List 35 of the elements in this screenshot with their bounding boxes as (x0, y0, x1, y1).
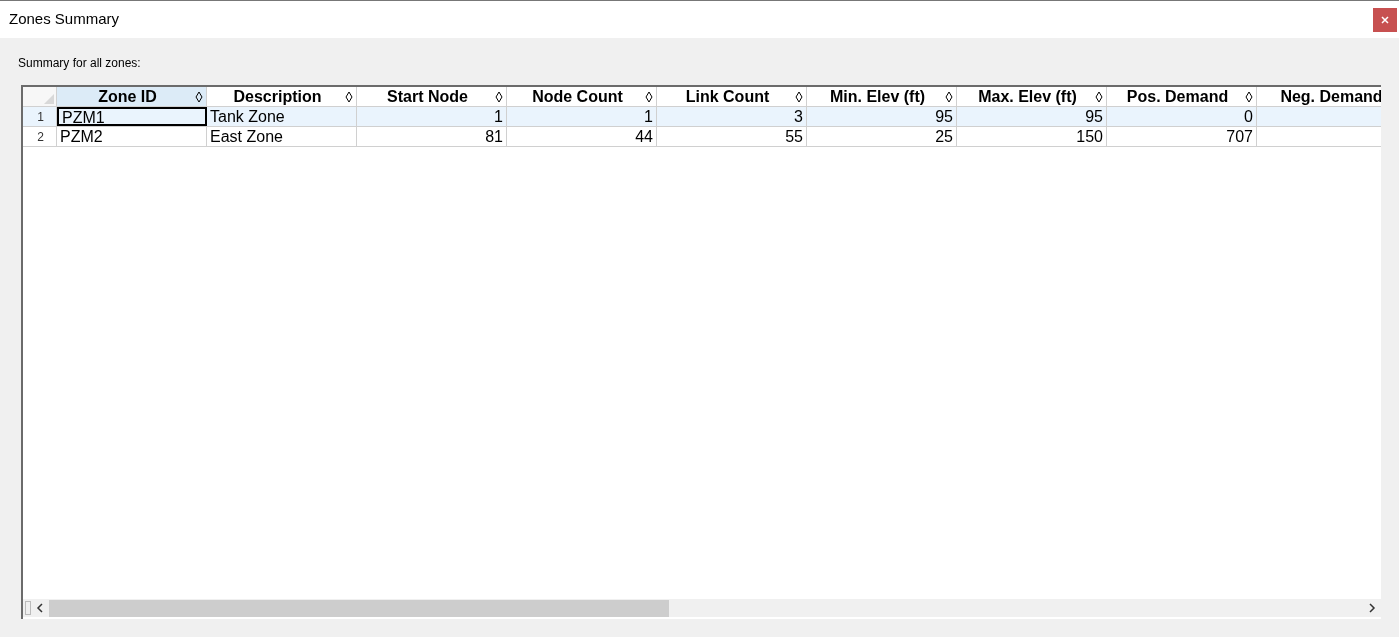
sort-icon (1245, 90, 1253, 103)
table-row[interactable]: 1 PZM1 Tank Zone 1 1 3 95 95 0 (23, 107, 1381, 127)
table-cell: PZM1 (57, 107, 207, 126)
window-title: Zones Summary (9, 9, 120, 30)
table-cell: 55 (657, 127, 807, 146)
sort-icon (195, 90, 203, 103)
table-row[interactable]: 2 PZM2 East Zone 81 44 55 25 150 707 (23, 127, 1381, 147)
close-button[interactable] (1373, 7, 1397, 32)
table-cell: 0 (1107, 107, 1257, 126)
table-cell: Tank Zone (207, 107, 357, 126)
sort-icon (795, 90, 803, 103)
summary-caption: Summary for all zones: (18, 56, 141, 70)
sort-icon (645, 90, 653, 103)
sort-icon (1095, 90, 1103, 103)
table-cell: 95 (957, 107, 1107, 126)
table-cell: 1 (357, 107, 507, 126)
table-cell: 3 (657, 107, 807, 126)
row-number: 2 (23, 127, 57, 146)
column-header[interactable]: Zone ID (57, 87, 207, 106)
scroll-thumb[interactable] (49, 599, 669, 617)
table-cell: East Zone (207, 127, 357, 146)
close-icon (1381, 15, 1389, 24)
table-cell: 95 (807, 107, 957, 126)
table-cell: PZM2 (57, 127, 207, 146)
table-cell: 150 (957, 127, 1107, 146)
table-cell: 707 (1107, 127, 1257, 146)
table-cell: 44 (507, 127, 657, 146)
table-cell: 81 (357, 127, 507, 146)
table-cell: 25 (807, 127, 957, 146)
horizontal-scrollbar[interactable] (23, 599, 1381, 617)
row-number: 1 (23, 107, 57, 126)
table-cell: 1 (507, 107, 657, 126)
sort-icon (495, 90, 503, 103)
sort-icon (345, 90, 353, 103)
sort-icon (945, 90, 953, 103)
